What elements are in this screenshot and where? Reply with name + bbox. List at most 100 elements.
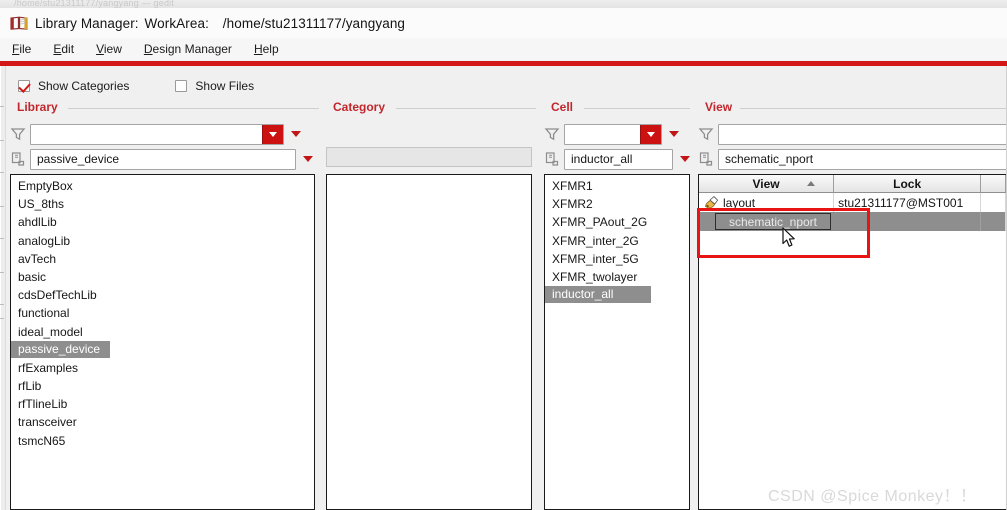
list-item[interactable]: XFMR_inter_5G [545, 250, 689, 268]
cell-filter-menu-chevron-icon[interactable] [669, 131, 679, 137]
list-item[interactable]: XFMR1 [545, 177, 689, 195]
title-bar: Library Manager: WorkArea: /home/stu2131… [0, 8, 1007, 38]
view-table[interactable]: View Lock layout stu21311177@MST001 sche… [698, 174, 1007, 510]
background-window-title: /home/stu21311177/yangyang — gedit [14, 0, 175, 8]
watermark-text: CSDN @Spice Monkey！！ [768, 488, 977, 505]
window-title-field: WorkArea: [144, 15, 209, 31]
table-row-selected[interactable]: schematic_nport [699, 212, 1006, 231]
cell-filter-row [544, 123, 690, 145]
list-item[interactable]: XFMR2 [545, 195, 689, 213]
library-filter-dropdown-button[interactable] [262, 124, 283, 144]
table-cell-spacer [981, 193, 1006, 212]
cell-combo-input[interactable]: inductor_all [564, 148, 673, 170]
cell-filter-dropdown-button[interactable] [640, 124, 661, 144]
menu-mnemonic-view: V [96, 42, 104, 56]
table-cell-lock-label: stu21311177@MST001 [838, 195, 964, 210]
library-panel-legend: Library [17, 100, 58, 114]
cell-combo-chevron-icon[interactable] [680, 156, 690, 162]
library-list[interactable]: EmptyBox US_8ths ahdlLib analogLib avTec… [10, 174, 315, 510]
table-cell-view-editing[interactable]: schematic_nport [699, 212, 834, 231]
list-item-selected-row[interactable]: passive_device [11, 340, 314, 359]
funnel-icon [698, 126, 714, 142]
list-item[interactable]: US_8ths [11, 195, 314, 213]
show-files-label: Show Files [195, 79, 255, 93]
list-item-selected[interactable]: passive_device [11, 340, 111, 358]
category-combo-disabled [326, 147, 532, 167]
list-item[interactable]: transceiver [11, 413, 314, 431]
menu-item-design-manager[interactable]: Design Manager [144, 42, 232, 56]
view-select-icon [698, 151, 714, 167]
menu-bar: File Edit View Design Manager Help [0, 38, 1007, 60]
view-combo-input[interactable]: schematic_nport [718, 148, 1007, 170]
cell-panel-legend: Cell [551, 100, 574, 114]
view-combo-value: schematic_nport [725, 152, 814, 166]
table-cell-lock[interactable]: stu21311177@MST001 [834, 193, 982, 212]
list-item[interactable]: XFMR_inter_2G [545, 232, 689, 250]
window-title-path: /home/stu21311177/yangyang [222, 15, 406, 31]
list-item[interactable]: rfLib [11, 377, 314, 395]
library-manager-window: /home/stu21311177/yangyang — gedit Libra… [0, 0, 1007, 510]
column-header-view-label: View [752, 176, 780, 191]
library-book-icon [10, 15, 28, 31]
cell-filter-input[interactable] [564, 123, 662, 145]
menu-item-help[interactable]: Help [254, 42, 279, 56]
library-combo-row: passive_device [10, 148, 315, 170]
menu-label-design-manager: esign Manager [152, 42, 232, 56]
library-filter-menu-chevron-icon[interactable] [291, 131, 301, 137]
list-item[interactable]: analogLib [11, 232, 314, 250]
table-cell-view-label: layout [723, 195, 756, 210]
checkbox-checked-icon[interactable] [18, 80, 30, 92]
window-title: Library Manager: WorkArea: /home/stu2131… [35, 16, 405, 31]
view-combo-row: schematic_nport [698, 148, 1007, 170]
view-filter-input[interactable] [718, 123, 1007, 145]
checkbox-unchecked-icon[interactable] [175, 80, 188, 92]
menu-item-file[interactable]: File [12, 42, 31, 56]
view-table-header: View Lock [699, 175, 1006, 193]
library-combo-chevron-icon[interactable] [303, 156, 313, 162]
cell-combo-value: inductor_all [571, 152, 633, 166]
list-item[interactable]: ahdlLib [11, 213, 314, 231]
list-item[interactable]: tsmcN65 [11, 432, 314, 450]
cell-list[interactable]: XFMR1 XFMR2 XFMR_PAout_2G XFMR_inter_2G … [544, 174, 690, 510]
cell-select-icon [544, 151, 560, 167]
library-filter-row [10, 123, 315, 145]
menu-item-view[interactable]: View [96, 42, 122, 56]
list-item[interactable]: ideal_model [11, 323, 314, 341]
list-item[interactable]: avTech [11, 250, 314, 268]
list-item[interactable]: EmptyBox [11, 177, 314, 195]
menu-item-edit[interactable]: Edit [53, 42, 74, 56]
list-item[interactable]: rfTlineLib [11, 395, 314, 413]
list-item[interactable]: XFMR_PAout_2G [545, 213, 689, 231]
list-item-selected-row[interactable]: inductor_all [545, 286, 689, 304]
display-options-row: Show Categories Show Files [0, 72, 1007, 100]
list-item[interactable]: rfExamples [11, 359, 314, 377]
table-row[interactable]: layout stu21311177@MST001 [699, 193, 1006, 212]
library-combo-input[interactable]: passive_device [30, 148, 296, 170]
menu-label-help: elp [262, 42, 279, 56]
menu-mnemonic-design-manager: D [143, 42, 153, 56]
table-cell-lock-empty[interactable] [834, 212, 982, 231]
sort-ascending-icon [807, 181, 816, 186]
category-panel-legend: Category [333, 100, 386, 114]
list-item[interactable]: basic [11, 268, 314, 286]
view-rename-input[interactable]: schematic_nport [715, 213, 831, 230]
list-item[interactable]: cdsDefTechLib [11, 286, 314, 304]
list-item[interactable]: functional [11, 304, 314, 322]
category-list[interactable] [326, 174, 532, 510]
list-item[interactable]: XFMR_twolayer [545, 268, 689, 286]
library-filter-input[interactable] [30, 123, 284, 145]
layout-view-icon [703, 195, 720, 210]
table-cell-view[interactable]: layout [699, 193, 835, 212]
view-panel-legend: View [705, 100, 733, 114]
menu-label-view: iew [103, 42, 122, 56]
show-categories-checkbox[interactable]: Show Categories [18, 79, 129, 93]
window-title-app: Library Manager: [35, 15, 139, 31]
menu-label-edit: dit [61, 42, 75, 56]
show-files-checkbox[interactable]: Show Files [175, 79, 254, 93]
menu-label-file: ile [19, 42, 32, 56]
list-item-selected[interactable]: inductor_all [545, 286, 652, 304]
column-header-lock[interactable]: Lock [834, 175, 982, 193]
view-filter-row [698, 123, 1007, 145]
column-header-view[interactable]: View [699, 175, 835, 193]
column-header-spacer [981, 175, 1006, 193]
